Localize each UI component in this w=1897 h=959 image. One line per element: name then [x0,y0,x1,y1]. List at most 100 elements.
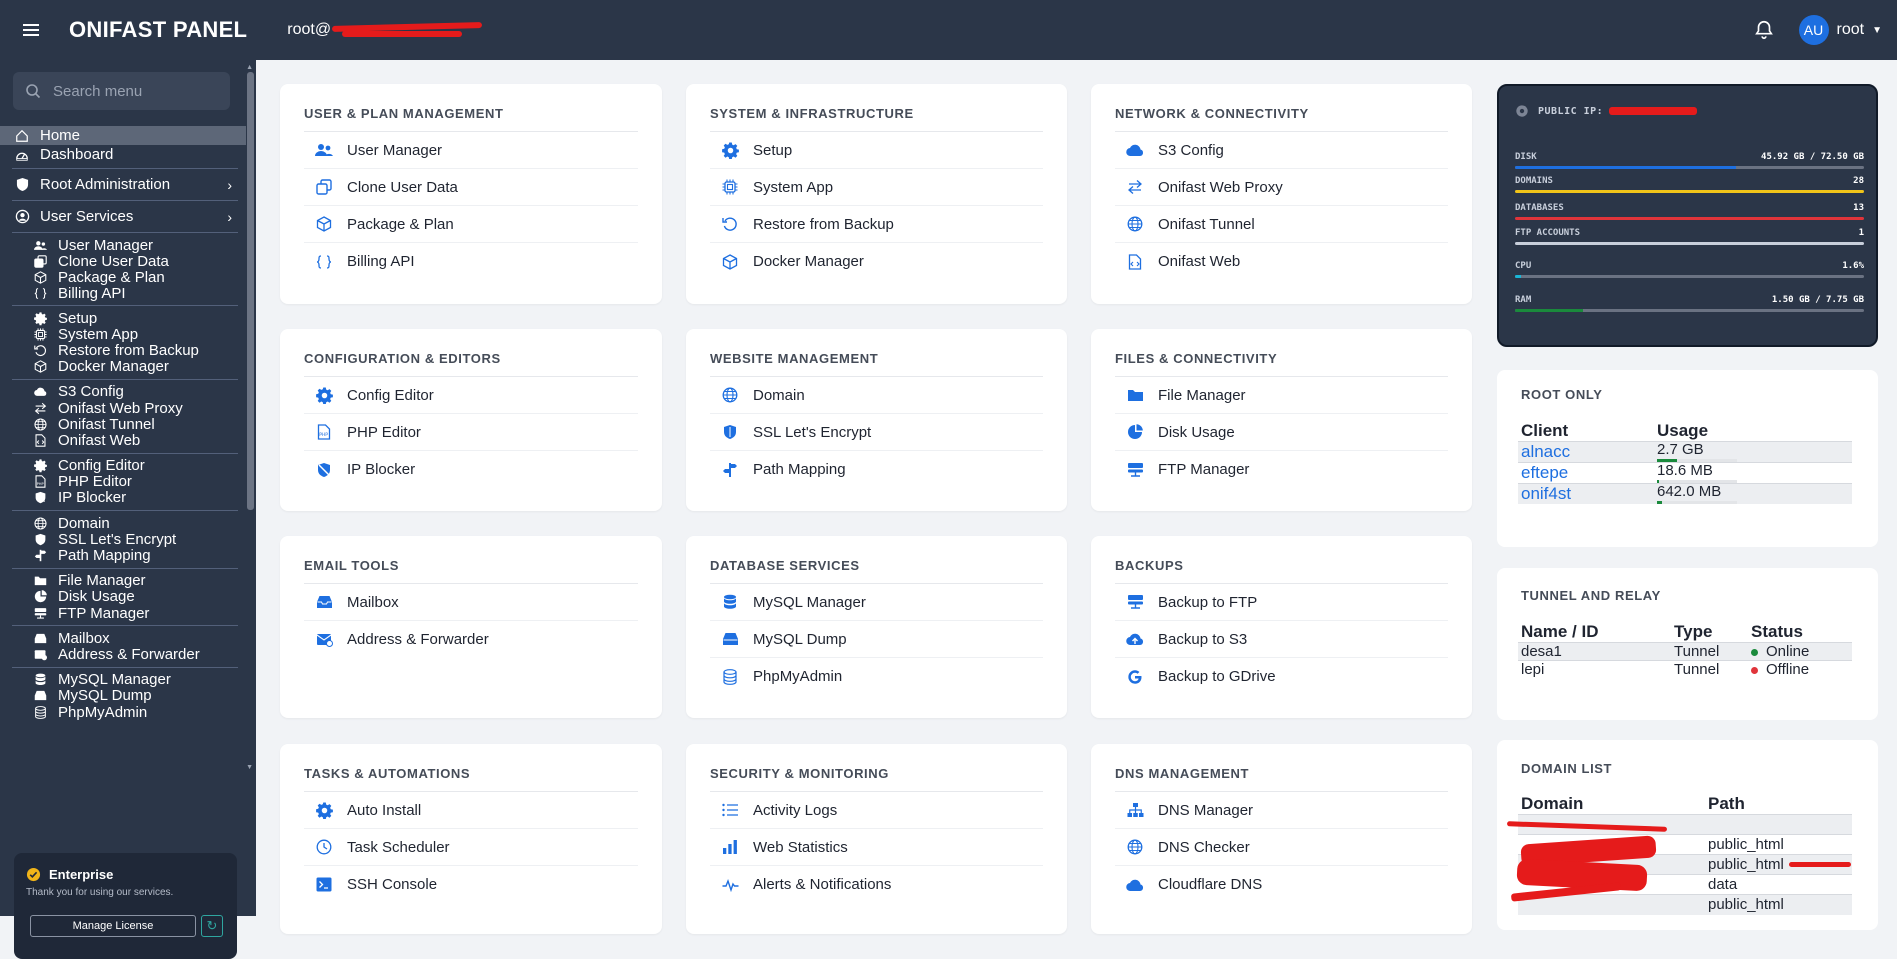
menu-item-domain[interactable]: Domain [710,377,1043,414]
sidebar: Search menu ▲ ▼ Home Dashboard Root Admi… [0,60,256,959]
menu-item-mysql-manager[interactable]: MySQL Manager [710,584,1043,621]
menu-item-onifast-web-proxy[interactable]: Onifast Web Proxy [1115,169,1448,206]
menu-item-auto-install[interactable]: Auto Install [304,792,638,829]
sidebar-item-address-and-forwarder[interactable]: Address & Forwarder [0,646,246,663]
manage-license-button[interactable]: Manage License [30,915,196,937]
scrollbar[interactable] [247,72,254,510]
sidebar-item-disk-usage[interactable]: Disk Usage [0,588,246,605]
menu-item-package-and-plan[interactable]: Package & Plan [304,206,638,243]
sidebar-item-dashboard[interactable]: Dashboard [0,145,246,164]
menu-item-backup-to-ftp[interactable]: Backup to FTP [1115,584,1448,621]
menu-item-file-manager[interactable]: File Manager [1115,377,1448,414]
scroll-down-icon[interactable]: ▼ [246,764,253,771]
sidebar-item-root-administration[interactable]: Root Administration › [0,173,246,196]
braces-icon [314,254,334,270]
menu-item-php-editor[interactable]: PHP PHP Editor [304,414,638,451]
sidebar-item-phpmyadmin[interactable]: PhpMyAdmin [0,704,246,721]
scroll-up-icon[interactable]: ▲ [246,64,253,71]
sidebar-item-php-editor[interactable]: PHP PHP Editor [0,473,246,490]
sidebar-item-s3-config[interactable]: S3 Config [0,383,246,400]
menu-item-label: File Manager [1158,386,1246,404]
sidebar-item-system-app[interactable]: System App [0,326,246,343]
sidebar-item-path-mapping[interactable]: Path Mapping [0,547,246,564]
menu-item-ip-blocker[interactable]: IP Blocker [304,451,638,488]
menu-item-onifast-web[interactable]: Onifast Web [1115,243,1448,280]
sidebar-item-ftp-manager[interactable]: FTP Manager [0,605,246,622]
card-database-services: DATABASE SERVICES MySQL Manager MySQL Du… [686,536,1067,718]
sidebar-item-home[interactable]: Home [0,126,246,145]
menu-item-user-manager[interactable]: User Manager [304,132,638,169]
sidebar-item-billing-api[interactable]: Billing API [0,285,246,302]
menu-item-ssl-let-s-encrypt[interactable]: SSL Let's Encrypt [710,414,1043,451]
menu-item-config-editor[interactable]: Config Editor [304,377,638,414]
cloud-icon [1125,143,1145,157]
restore-icon [30,344,50,357]
menu-item-address-and-forwarder[interactable]: Address & Forwarder [304,621,638,658]
client-link[interactable]: onif4st [1521,484,1571,503]
sidebar-item-ssl-let-s-encrypt[interactable]: SSL Let's Encrypt [0,531,246,548]
menu-item-clone-user-data[interactable]: Clone User Data [304,169,638,206]
menu-item-cloudflare-dns[interactable]: Cloudflare DNS [1115,866,1448,903]
sidebar-item-config-editor[interactable]: Config Editor [0,457,246,474]
menu-item-docker-manager[interactable]: Docker Manager [710,243,1043,280]
sidebar-item-user-manager[interactable]: User Manager [0,237,246,254]
menu-item-restore-from-backup[interactable]: Restore from Backup [710,206,1043,243]
menu-item-backup-to-s3[interactable]: Backup to S3 [1115,621,1448,658]
sidebar-item-docker-manager[interactable]: Docker Manager [0,358,246,375]
sidebar-item-onifast-tunnel[interactable]: Onifast Tunnel [0,416,246,433]
menu-item-web-statistics[interactable]: Web Statistics [710,829,1043,866]
stat-label: DATABASES [1515,203,1564,213]
client-link[interactable]: eftepe [1521,463,1568,482]
username[interactable]: root [1837,21,1865,39]
menu-item-mysql-dump[interactable]: MySQL Dump [710,621,1043,658]
menu-item-activity-logs[interactable]: Activity Logs [710,792,1043,829]
users-icon [314,143,334,157]
menu-item-mailbox[interactable]: Mailbox [304,584,638,621]
chevron-down-icon[interactable]: ▼ [1872,25,1882,36]
sidebar-item-restore-from-backup[interactable]: Restore from Backup [0,342,246,359]
sidebar-item-mysql-dump[interactable]: MySQL Dump [0,687,246,704]
menu-item-alerts-and-notifications[interactable]: Alerts & Notifications [710,866,1043,903]
sidebar-item-mailbox[interactable]: Mailbox [0,630,246,647]
menu-item-setup[interactable]: Setup [710,132,1043,169]
box-icon [30,360,50,373]
sidebar-item-clone-user-data[interactable]: Clone User Data [0,253,246,270]
sidebar-item-onifast-web[interactable]: Onifast Web [0,432,246,449]
list-icon [720,803,740,817]
table-row: alnacc 2.7 GB [1518,441,1852,463]
search-input[interactable]: Search menu [13,72,230,110]
menu-item-label: Onifast Tunnel [1158,215,1255,233]
sidebar-item-onifast-web-proxy[interactable]: Onifast Web Proxy [0,400,246,417]
menu-item-system-app[interactable]: System App [710,169,1043,206]
menu-item-task-scheduler[interactable]: Task Scheduler [304,829,638,866]
menu-item-label: FTP Manager [1158,461,1250,478]
bell-icon[interactable] [1753,19,1775,41]
menu-item-path-mapping[interactable]: Path Mapping [710,451,1043,488]
menu-item-billing-api[interactable]: Billing API [304,243,638,280]
refresh-icon[interactable]: ↻ [201,915,223,937]
menu-item-s3-config[interactable]: S3 Config [1115,132,1448,169]
sidebar-item-ip-blocker[interactable]: IP Blocker [0,489,246,506]
menu-item-phpmyadmin[interactable]: PhpMyAdmin [710,658,1043,695]
avatar[interactable]: AU [1798,15,1829,45]
sidebar-item-package-and-plan[interactable]: Package & Plan [0,269,246,286]
shield-icon [30,533,50,546]
sidebar-item-file-manager[interactable]: File Manager [0,572,246,589]
sidebar-item-user-services[interactable]: User Services › [0,205,246,228]
menu-item-disk-usage[interactable]: Disk Usage [1115,414,1448,451]
menu-item-dns-manager[interactable]: DNS Manager [1115,792,1448,829]
sidebar-item-setup[interactable]: Setup [0,310,246,327]
menu-item-ftp-manager[interactable]: FTP Manager [1115,451,1448,488]
menu-toggle-icon[interactable] [23,21,39,39]
menu-item-dns-checker[interactable]: DNS Checker [1115,829,1448,866]
sidebar-item-domain[interactable]: Domain [0,515,246,532]
menu-item-onifast-tunnel[interactable]: Onifast Tunnel [1115,206,1448,243]
stat-progress-bar [1515,190,1864,193]
sidebar-item-mysql-manager[interactable]: MySQL Manager [0,671,246,688]
restore-icon [720,216,740,232]
menu-item-ssh-console[interactable]: SSH Console [304,866,638,903]
client-link[interactable]: alnacc [1521,442,1570,461]
pulse-icon [720,878,740,892]
menu-item-backup-to-gdrive[interactable]: Backup to GDrive [1115,658,1448,695]
table-row: eftepe 18.6 MB [1518,462,1852,484]
